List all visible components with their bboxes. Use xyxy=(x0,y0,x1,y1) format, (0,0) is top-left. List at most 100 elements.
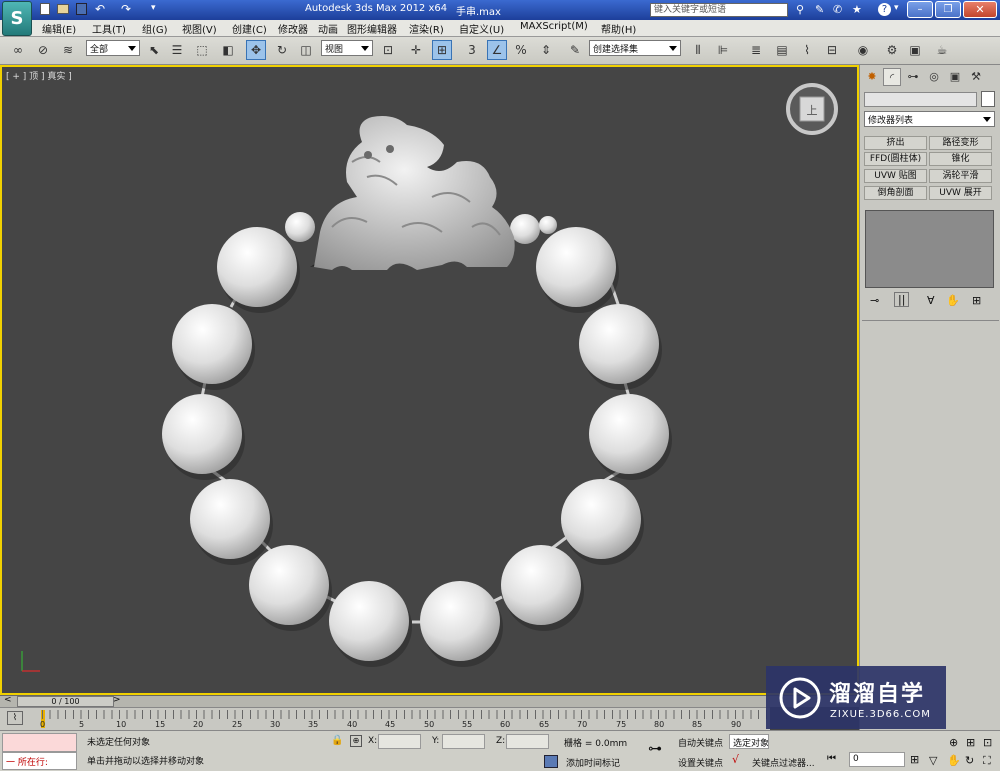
z-coordinate-field[interactable] xyxy=(506,734,549,749)
layer-manager-icon[interactable]: ≣ xyxy=(746,40,766,60)
modifier-button-extrude[interactable]: 挤出 xyxy=(864,136,927,150)
search-input[interactable]: 键入关键字或短语 xyxy=(650,3,788,17)
key-mode-dropdown[interactable]: 选定对象 xyxy=(729,734,769,749)
spinner-snap-icon[interactable]: ⇕ xyxy=(536,40,556,60)
show-end-result-icon[interactable]: || xyxy=(894,292,910,307)
render-setup-icon[interactable]: ⚙ xyxy=(882,40,902,60)
select-object-icon[interactable]: ⬉ xyxy=(144,40,164,60)
key-icon[interactable]: ⊶ xyxy=(648,741,662,757)
edit-named-selection-icon[interactable]: ✎ xyxy=(565,40,585,60)
modifier-button-bevel-profile[interactable]: 倒角剖面 xyxy=(864,186,927,200)
time-config-icon[interactable]: ⊞ xyxy=(910,753,919,766)
binoculars-icon[interactable]: ⚲ xyxy=(796,3,804,16)
select-and-rotate-icon[interactable]: ↻ xyxy=(272,40,292,60)
modifier-button-ffd-cyl[interactable]: FFD(圆柱体) xyxy=(864,152,927,166)
menu-rendering[interactable]: 渲染(R) xyxy=(409,21,444,36)
bead[interactable] xyxy=(329,581,409,661)
make-unique-icon[interactable]: ∀ xyxy=(927,294,935,307)
utilities-tab-icon[interactable]: ⚒ xyxy=(967,68,985,86)
help-dropdown-icon[interactable]: ▾ xyxy=(894,3,899,13)
menu-help[interactable]: 帮助(H) xyxy=(601,21,636,36)
undo-icon[interactable]: ↶ xyxy=(95,2,105,16)
remove-modifier-icon[interactable]: ✋ xyxy=(946,294,960,307)
minimize-button[interactable]: – xyxy=(907,1,933,18)
small-bead[interactable] xyxy=(510,214,540,244)
bead[interactable] xyxy=(501,545,581,625)
bead-group[interactable] xyxy=(162,212,672,667)
current-frame-field[interactable]: 0 xyxy=(849,752,905,767)
quick-access-dropdown-icon[interactable]: ▾ xyxy=(151,3,156,13)
lock-selection-icon[interactable]: 🔒 xyxy=(331,735,343,746)
app-logo-icon[interactable]: S xyxy=(2,1,32,36)
subscription-icon[interactable]: ✎ xyxy=(815,3,824,16)
hierarchy-tab-icon[interactable]: ⊶ xyxy=(904,68,922,86)
create-tab-icon[interactable]: ✸ xyxy=(863,68,881,86)
select-and-move-icon[interactable]: ✥ xyxy=(246,40,266,60)
menu-tools[interactable]: 工具(T) xyxy=(92,21,126,36)
key-filters-button[interactable]: 关键点过滤器... xyxy=(752,756,815,769)
percent-snap-icon[interactable]: % xyxy=(511,40,531,60)
schematic-view-icon[interactable]: ⊟ xyxy=(822,40,842,60)
field-of-view-icon[interactable]: ▽ xyxy=(929,754,937,767)
rendered-frame-window-icon[interactable]: ▣ xyxy=(905,40,925,60)
time-tag-icon[interactable] xyxy=(544,755,558,768)
add-time-tag[interactable]: 添加时间标记 xyxy=(566,756,620,769)
open-file-icon[interactable] xyxy=(57,4,69,14)
motion-tab-icon[interactable]: ◎ xyxy=(925,68,943,86)
modifier-button-turbosmooth[interactable]: 涡轮平滑 xyxy=(929,169,992,183)
set-key-button[interactable]: 设置关键点 xyxy=(678,756,723,769)
menu-maxscript[interactable]: MAXScript(M) xyxy=(520,21,588,32)
favorites-icon[interactable]: ★ xyxy=(852,3,862,16)
bead[interactable] xyxy=(420,581,500,661)
track-bar[interactable]: ⌇ 0 5 10 15 20 25 30 35 40 45 50 55 60 6… xyxy=(0,707,770,730)
pin-stack-icon[interactable]: ⊸ xyxy=(870,294,879,307)
bead[interactable] xyxy=(162,394,242,474)
time-slider-thumb[interactable]: 0 / 100 xyxy=(17,696,114,707)
select-and-scale-icon[interactable]: ◫ xyxy=(296,40,316,60)
bead[interactable] xyxy=(249,545,329,625)
zoom-icon[interactable]: ⊕ xyxy=(949,736,958,749)
time-slider[interactable]: < 0 / 100 > xyxy=(0,695,859,707)
communication-icon[interactable]: ✆ xyxy=(833,3,842,16)
pivot-center-icon[interactable]: ⊡ xyxy=(378,40,398,60)
zoom-all-icon[interactable]: ⊞ xyxy=(966,736,975,749)
bind-space-warp-icon[interactable]: ≋ xyxy=(58,40,78,60)
display-tab-icon[interactable]: ▣ xyxy=(946,68,964,86)
material-editor-icon[interactable]: ◉ xyxy=(853,40,873,60)
orbit-icon[interactable]: ↻ xyxy=(965,754,974,767)
select-by-name-icon[interactable]: ☰ xyxy=(167,40,187,60)
window-crossing-icon[interactable]: ◧ xyxy=(218,40,238,60)
angle-snap-icon[interactable]: ∠ xyxy=(487,40,507,60)
restore-button[interactable]: ❐ xyxy=(935,1,961,18)
link-icon[interactable]: ∞ xyxy=(8,40,28,60)
x-coordinate-field[interactable] xyxy=(378,734,421,749)
small-bead[interactable] xyxy=(539,216,557,234)
maxscript-line[interactable]: 一 所在行: xyxy=(2,752,77,770)
unlink-icon[interactable]: ⊘ xyxy=(33,40,53,60)
menu-views[interactable]: 视图(V) xyxy=(182,21,217,36)
zoom-extents-icon[interactable]: ⊡ xyxy=(983,736,992,749)
modifier-button-path-deform[interactable]: 路径变形 xyxy=(929,136,992,150)
bead[interactable] xyxy=(217,227,297,307)
bead[interactable] xyxy=(589,394,669,474)
maxscript-listener[interactable] xyxy=(2,733,77,752)
menu-modifiers[interactable]: 修改器 xyxy=(278,21,308,36)
selection-filter-dropdown[interactable]: 全部 xyxy=(86,40,140,56)
keyboard-shortcut-override-icon[interactable]: ⊞ xyxy=(432,40,452,60)
time-slider-next-icon[interactable]: > xyxy=(113,695,121,705)
render-production-icon[interactable]: ☕ xyxy=(932,40,952,60)
close-button[interactable]: ✕ xyxy=(963,1,997,18)
align-icon[interactable]: ⊫ xyxy=(713,40,733,60)
new-file-icon[interactable] xyxy=(40,3,50,15)
menu-animation[interactable]: 动画 xyxy=(318,21,338,36)
mirror-icon[interactable]: ⫴ xyxy=(688,40,708,60)
bead[interactable] xyxy=(536,227,616,307)
goto-start-icon[interactable]: ⏮ xyxy=(827,753,836,764)
rectangular-selection-icon[interactable]: ⬚ xyxy=(192,40,212,60)
bead[interactable] xyxy=(561,479,641,559)
modifier-button-uvw-map[interactable]: UVW 贴图 xyxy=(864,169,927,183)
modifier-button-unwrap-uvw[interactable]: UVW 展开 xyxy=(929,186,992,200)
y-coordinate-field[interactable] xyxy=(442,734,485,749)
time-slider-prev-icon[interactable]: < xyxy=(4,695,12,705)
snaps-toggle-icon[interactable]: 3 xyxy=(462,40,482,60)
